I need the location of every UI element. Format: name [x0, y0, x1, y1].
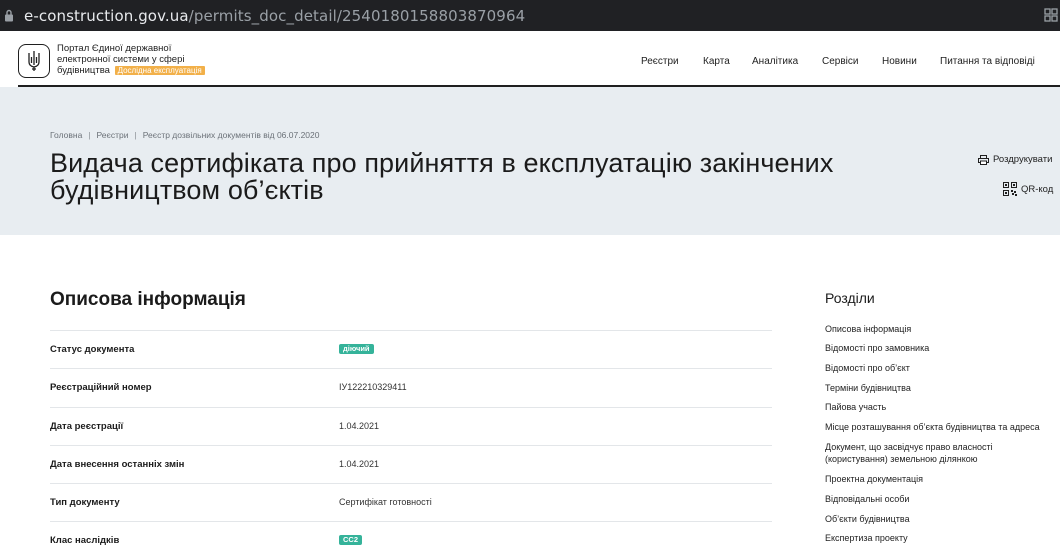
- table-row: Статус документа діючий: [50, 330, 772, 368]
- table-row: Тип документу Сертифікат готовності: [50, 483, 772, 521]
- status-badge: діючий: [339, 344, 374, 354]
- sidebar-title: Розділи: [825, 290, 875, 306]
- qr-code-icon: [1003, 182, 1017, 196]
- url-domain: e-construction.gov.ua: [24, 7, 189, 25]
- sidebar-link-terms[interactable]: Терміни будівництва: [825, 382, 1057, 394]
- sidebar-link-location[interactable]: Місце розташування об’єкта будівництва т…: [825, 421, 1057, 433]
- extension-icon[interactable]: [1044, 8, 1058, 22]
- nav-item-analytics[interactable]: Аналітика: [752, 56, 798, 67]
- print-button[interactable]: Роздрукувати: [978, 154, 1052, 165]
- row-label: Клас наслідків: [50, 535, 120, 547]
- nav-item-faq[interactable]: Питання та відповіді: [940, 56, 1035, 67]
- breadcrumb: Головна | Реєстри | Реєстр дозвільних докуме…: [50, 130, 320, 140]
- table-row: Дата внесення останніх змін 1.04.2021: [50, 444, 772, 483]
- qr-code-label: QR-код: [1021, 183, 1054, 195]
- url-text[interactable]: e-construction.gov.ua/permits_doc_detail…: [24, 7, 525, 25]
- consequence-class-badge: СС2: [339, 535, 363, 546]
- table-row: Реєстраційний номер IУ122210329411: [50, 368, 772, 406]
- sidebar-link-buildings[interactable]: Об’єкти будівництва: [825, 513, 1057, 525]
- row-value: Сертифікат готовності: [339, 497, 432, 508]
- row-value: IУ122210329411: [339, 382, 407, 393]
- sidebar-link-project-docs[interactable]: Проектна документація: [825, 473, 1057, 485]
- print-label: Роздрукувати: [993, 154, 1053, 165]
- nav-item-news[interactable]: Новини: [882, 56, 917, 67]
- row-label: Статус документа: [50, 344, 135, 355]
- main-nav: Реєстри Карта Аналітика Сервіси Новини П…: [0, 56, 1060, 70]
- breadcrumb-registries[interactable]: Реєстри: [97, 130, 129, 140]
- nav-item-map[interactable]: Карта: [703, 56, 730, 67]
- row-label: Дата реєстрації: [50, 420, 124, 432]
- sidebar-link-share[interactable]: Пайова участь: [825, 401, 1057, 413]
- row-label: Дата внесення останніх змін: [50, 458, 185, 470]
- row-label: Реєстраційний номер: [50, 382, 152, 394]
- qr-code-button[interactable]: QR-код: [1003, 182, 1053, 196]
- sidebar-link-land-ownership[interactable]: Документ, що засвідчує право власності (…: [825, 441, 1057, 465]
- lock-icon: [5, 9, 13, 22]
- row-value: 1.04.2021: [339, 458, 380, 469]
- nav-item-services[interactable]: Сервіси: [822, 56, 858, 67]
- url-path: /permits_doc_detail/2540180158803870964: [188, 7, 526, 25]
- section-title: Описова інформація: [50, 289, 246, 310]
- breadcrumb-home[interactable]: Головна: [50, 130, 82, 140]
- printer-icon: [978, 154, 989, 165]
- info-table: Статус документа діючий Реєстраційний но…: [50, 330, 772, 549]
- table-row: Дата реєстрації 1.04.2021: [50, 406, 772, 445]
- table-row: Клас наслідків СС2: [50, 521, 772, 549]
- breadcrumb-separator: |: [134, 130, 137, 140]
- browser-address-bar[interactable]: e-construction.gov.ua/permits_doc_detail…: [0, 0, 1060, 31]
- sidebar-link-customer[interactable]: Відомості про замовника: [825, 342, 1057, 354]
- sidebar-link-responsible[interactable]: Відповідальні особи: [825, 493, 1057, 505]
- nav-item-registries[interactable]: Реєстри: [641, 56, 679, 67]
- sidebar-link-object[interactable]: Відомості про об’єкт: [825, 362, 1057, 374]
- page-title: Видача сертифіката про прийняття в експл…: [50, 148, 834, 205]
- breadcrumb-current: Реєстр дозвільних документів від 06.07.2…: [142, 130, 320, 140]
- sidebar-link-description[interactable]: Описова інформація: [825, 323, 1057, 335]
- row-value: 1.04.2021: [339, 420, 380, 431]
- sidebar-link-expertise[interactable]: Експертиза проекту: [825, 532, 1057, 544]
- row-label: Тип документу: [50, 497, 120, 509]
- breadcrumb-separator: |: [88, 130, 91, 140]
